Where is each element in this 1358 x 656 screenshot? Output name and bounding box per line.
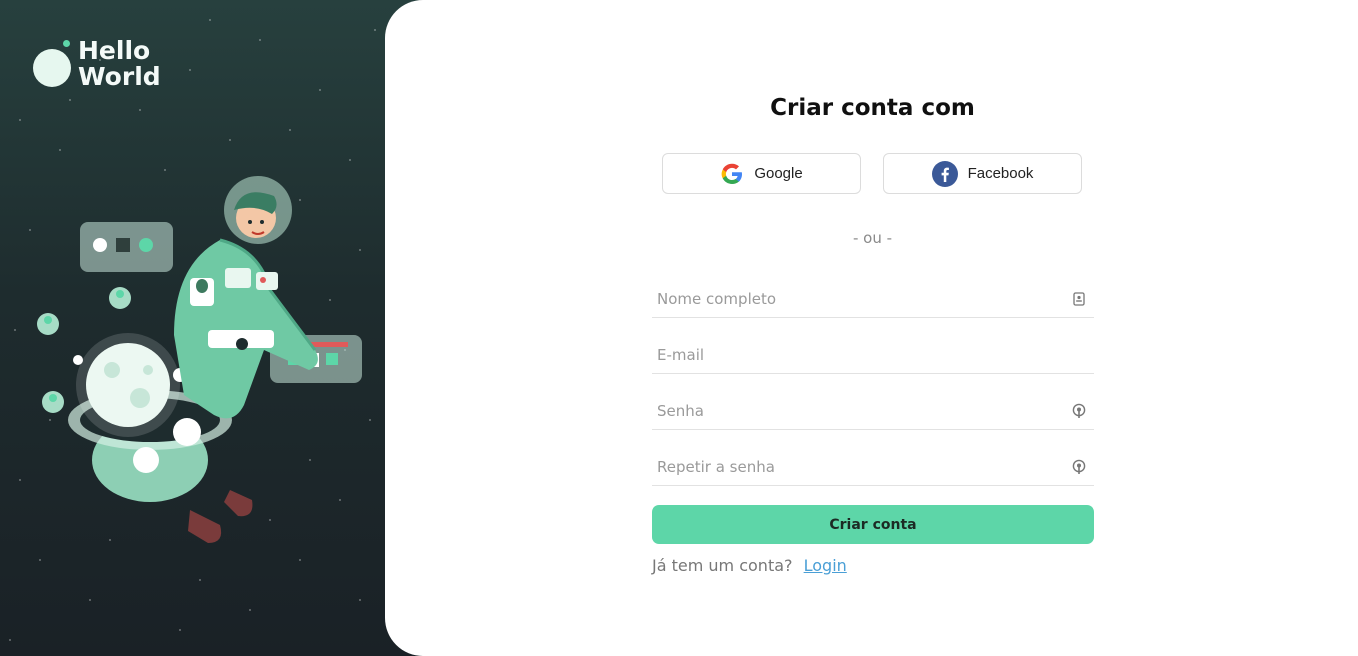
has-account-text: Já tem um conta? bbox=[652, 556, 793, 575]
facebook-signup-button[interactable]: Facebook bbox=[883, 153, 1082, 194]
brand-line-1: Hello bbox=[78, 36, 151, 65]
repeat-password-field bbox=[652, 449, 1094, 486]
lock-icon bbox=[1068, 456, 1090, 478]
repeat-password-input[interactable] bbox=[652, 458, 1068, 476]
google-icon bbox=[721, 163, 743, 184]
brand-name: Hello World bbox=[78, 38, 161, 90]
google-button-label: Google bbox=[754, 165, 803, 182]
logo-dot-icon bbox=[63, 40, 70, 47]
password-input[interactable] bbox=[652, 402, 1068, 420]
login-link[interactable]: Login bbox=[804, 556, 847, 575]
id-card-icon bbox=[1068, 288, 1090, 310]
page-title: Criar conta com bbox=[770, 95, 975, 121]
logo-circle-icon bbox=[33, 40, 71, 87]
password-field bbox=[652, 393, 1094, 430]
facebook-button-label: Facebook bbox=[967, 165, 1034, 182]
or-divider: - ou - bbox=[852, 229, 893, 247]
illustration-panel: Hello World bbox=[0, 0, 420, 656]
email-input[interactable] bbox=[652, 346, 1094, 364]
brand-line-2: World bbox=[78, 62, 161, 91]
full-name-field bbox=[652, 281, 1094, 318]
brand-logo: Hello World bbox=[33, 38, 161, 90]
google-signup-button[interactable]: Google bbox=[662, 153, 861, 194]
lock-icon bbox=[1068, 400, 1090, 422]
create-account-button[interactable]: Criar conta bbox=[652, 505, 1094, 544]
astronaut-illustration bbox=[37, 176, 362, 543]
signup-panel: Criar conta com Google Facebook - ou - N… bbox=[385, 0, 1358, 656]
facebook-icon bbox=[931, 160, 958, 187]
email-field bbox=[652, 337, 1094, 374]
login-prompt: Já tem um conta? Login bbox=[652, 556, 847, 575]
full-name-input[interactable] bbox=[652, 290, 1068, 308]
